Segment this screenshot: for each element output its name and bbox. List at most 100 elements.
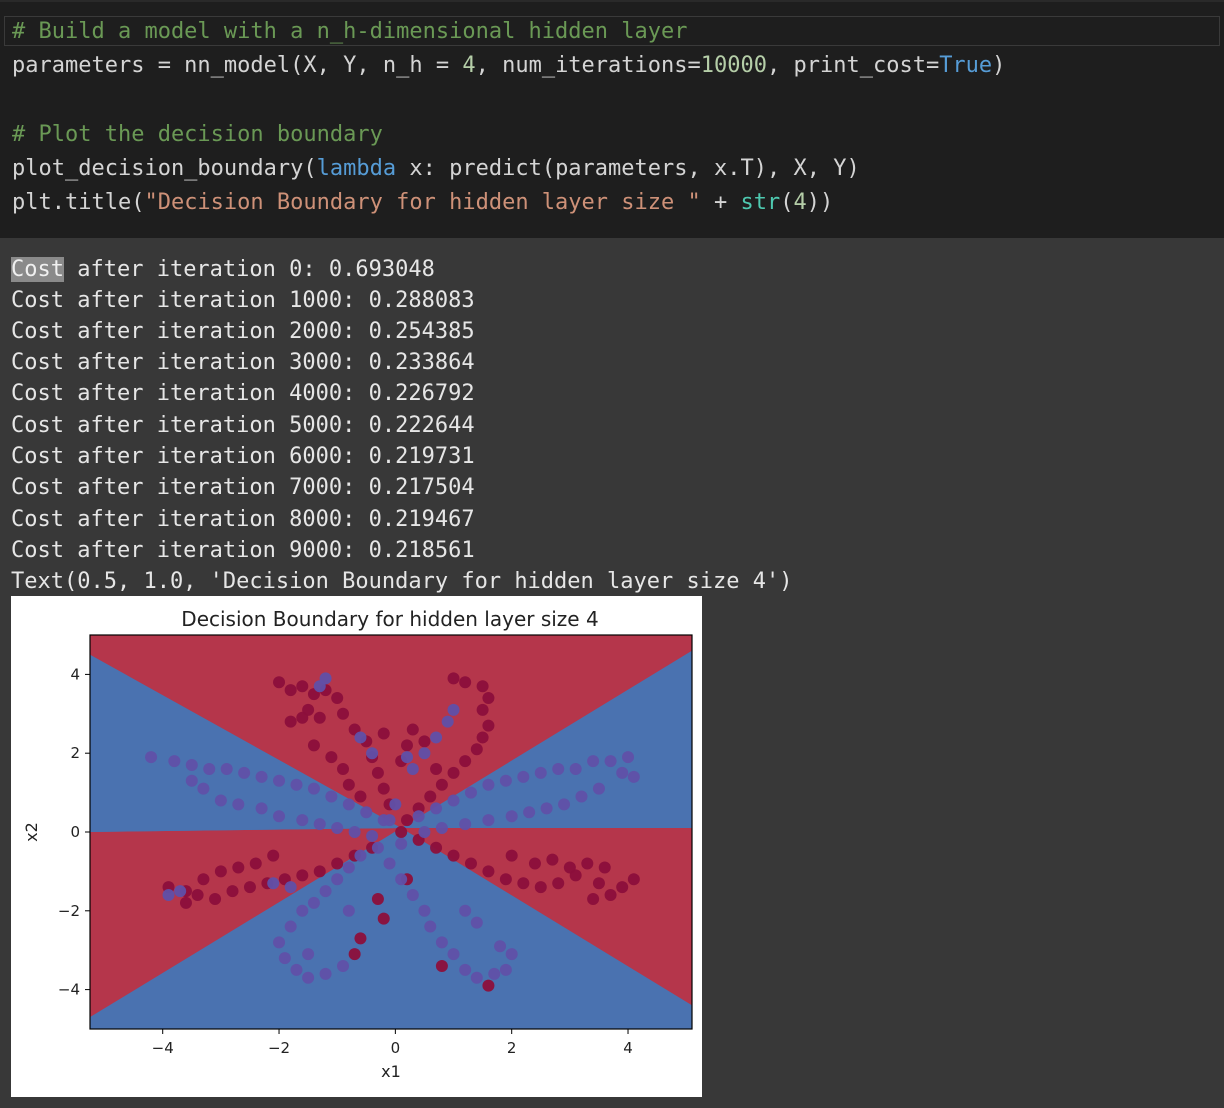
y-tick-label: 0 [70, 823, 80, 841]
code-line-1[interactable]: # Build a model with a n_h-dimensional h… [12, 17, 688, 47]
code-cell[interactable]: # Build a model with a n_h-dimensional h… [0, 0, 1224, 238]
data-point [470, 971, 483, 984]
code-number: 10000 [700, 53, 767, 78]
data-point [337, 707, 350, 720]
code-line-4[interactable]: # Plot the decision boundary [12, 120, 383, 150]
data-point [354, 790, 367, 803]
data-point [307, 739, 320, 752]
data-point [226, 885, 239, 898]
selected-text[interactable]: Cost [11, 257, 64, 282]
data-point [505, 849, 518, 862]
code-text: plt.title( [12, 190, 145, 215]
data-point [214, 794, 227, 807]
data-point [517, 770, 530, 783]
data-point [313, 865, 326, 878]
data-point [406, 723, 419, 736]
data-point [528, 857, 541, 870]
data-point [587, 892, 600, 905]
data-point [430, 762, 443, 775]
y-axis-label: x2 [22, 822, 41, 842]
data-point [505, 948, 518, 961]
data-point [214, 865, 227, 878]
data-point [220, 762, 233, 775]
data-point [430, 841, 443, 854]
data-point [290, 778, 303, 791]
data-point [447, 672, 460, 685]
data-point [447, 948, 460, 961]
data-point [255, 770, 268, 783]
plot-output: Decision Boundary for hidden layer size … [11, 596, 702, 1097]
data-point [366, 829, 379, 842]
data-point [406, 889, 419, 902]
data-point [424, 790, 437, 803]
data-point [255, 802, 268, 815]
data-point [354, 932, 367, 945]
data-point [435, 936, 448, 949]
data-point [331, 822, 344, 835]
data-point [209, 892, 222, 905]
data-point [470, 916, 483, 929]
data-point [337, 959, 350, 972]
data-point [249, 857, 262, 870]
y-tick-label: −2 [58, 902, 80, 920]
data-point [517, 877, 530, 890]
data-point [447, 766, 460, 779]
data-point [395, 873, 408, 886]
data-point [168, 755, 181, 768]
code-line-5[interactable]: plot_decision_boundary(lambda x: predict… [12, 154, 860, 184]
data-point [331, 692, 344, 705]
data-point [464, 786, 477, 799]
data-point [424, 920, 437, 933]
data-point [459, 676, 472, 689]
data-point [430, 802, 443, 815]
data-point [482, 865, 495, 878]
data-point [476, 703, 489, 716]
data-point [552, 762, 565, 775]
data-point [348, 826, 361, 838]
data-point [435, 959, 448, 972]
data-point [430, 731, 443, 744]
data-point [371, 841, 384, 854]
data-point [400, 814, 413, 827]
data-point [145, 751, 158, 764]
data-point [238, 766, 251, 779]
output-text-repr: Text(0.5, 1.0, 'Decision Boundary for hi… [11, 569, 793, 594]
data-point [505, 810, 518, 823]
data-point [185, 774, 198, 787]
data-point [616, 881, 629, 894]
data-point [482, 719, 495, 732]
data-point [482, 814, 495, 827]
code-text: , print_cost= [767, 53, 940, 78]
x-tick-label: −4 [152, 1039, 174, 1057]
data-point [418, 735, 431, 748]
data-point [459, 963, 472, 976]
code-line-6[interactable]: plt.title("Decision Boundary for hidden … [12, 188, 833, 218]
data-point [592, 782, 605, 795]
data-point [627, 873, 640, 886]
data-point [476, 731, 489, 744]
output-line[interactable]: Cost after iteration 0: 0.693048 [11, 254, 435, 285]
data-point [284, 920, 297, 933]
data-point [284, 715, 297, 728]
code-line-2[interactable]: parameters = nn_model(X, Y, n_h = 4, num… [12, 51, 1005, 81]
data-point [389, 798, 402, 811]
code-keyword: True [939, 53, 993, 78]
data-point [325, 790, 338, 803]
data-point [540, 802, 553, 815]
data-point [459, 904, 472, 917]
data-point [273, 810, 286, 823]
data-point [337, 762, 350, 775]
data-point [499, 873, 512, 886]
data-point [435, 778, 448, 791]
data-point [581, 857, 594, 870]
data-point [482, 979, 495, 992]
output-line: Cost after iteration 6000: 0.219731 [11, 444, 475, 469]
data-point [563, 861, 576, 874]
output-line: Cost after iteration 2000: 0.254385 [11, 319, 475, 344]
data-point [587, 755, 600, 768]
data-point [331, 873, 344, 886]
data-point [459, 818, 472, 831]
data-point [273, 936, 286, 949]
data-point [459, 755, 472, 768]
data-point [552, 877, 565, 890]
